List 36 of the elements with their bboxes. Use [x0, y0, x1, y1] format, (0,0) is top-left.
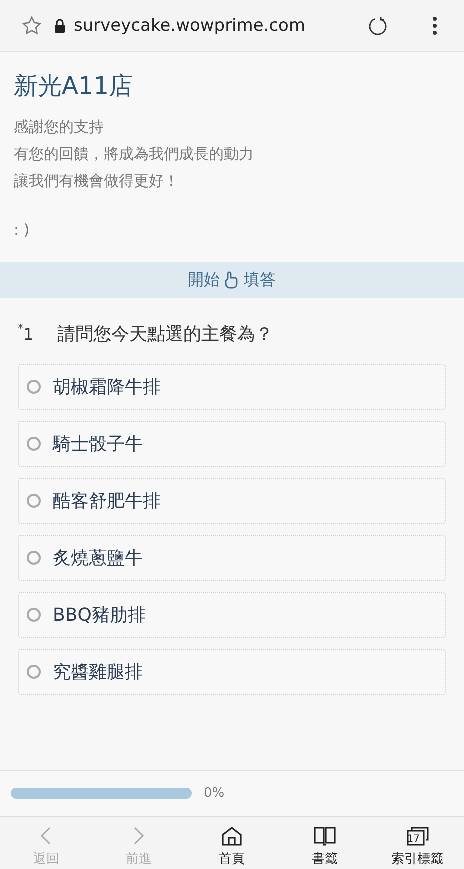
radio-button[interactable] [27, 380, 41, 394]
survey-title: 新光A11店 [14, 71, 134, 102]
nav-button[interactable]: 17 索引標籤 [371, 817, 464, 869]
intro-text: 感謝您的支持 [14, 117, 104, 138]
star-icon[interactable] [22, 16, 42, 36]
nav-button[interactable]: 首頁 [186, 817, 278, 869]
back-icon [40, 826, 52, 846]
start-label: 開始 [188, 270, 220, 290]
reload-icon[interactable] [368, 16, 388, 36]
pointing-hand-icon [224, 271, 240, 289]
radio-button[interactable] [27, 608, 41, 622]
url-text[interactable]: surveycake.wowprime.com [74, 16, 356, 36]
smiley-text: : ) [14, 221, 30, 239]
question-text: 請問您今天點選的主餐為？ [58, 323, 274, 346]
answer-option[interactable]: 炙燒蔥鹽牛 [18, 535, 446, 581]
radio-button[interactable] [27, 665, 41, 679]
answer-option[interactable]: BBQ豬肋排 [18, 592, 446, 638]
forward-icon [133, 826, 146, 846]
progress-reading: 0% [204, 786, 225, 801]
answer-option[interactable]: 究醬雞腿排 [18, 649, 446, 695]
tab-count: 17 [406, 834, 421, 845]
answer-option[interactable]: 酷客舒肥牛排 [18, 478, 446, 524]
intro-text: 讓我們有機會做得更好！ [14, 171, 179, 192]
radio-button[interactable] [27, 437, 41, 451]
answer-option[interactable]: 胡椒霜降牛排 [18, 364, 446, 410]
lock-icon [54, 18, 66, 32]
home-icon [220, 826, 243, 846]
question-number: 1 [24, 325, 35, 344]
answer-option[interactable]: 騎士骰子牛 [18, 421, 446, 467]
required-mark: * [18, 322, 24, 335]
book-icon [312, 826, 337, 846]
radio-button[interactable] [27, 551, 41, 565]
intro-text: 有您的回饋，將成為我們成長的動力 [14, 144, 254, 165]
nav-button[interactable]: 書籤 [278, 817, 372, 869]
radio-button[interactable] [27, 494, 41, 508]
start-label: 填答 [244, 270, 276, 290]
